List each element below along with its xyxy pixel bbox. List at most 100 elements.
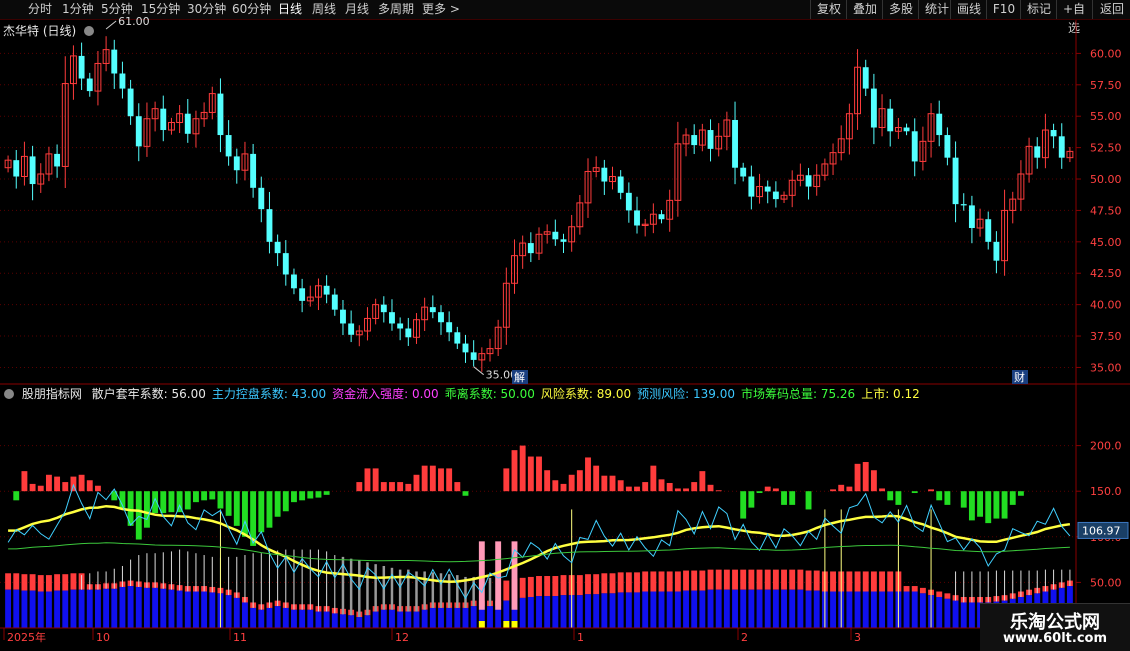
fund-bar-blue [62,590,69,628]
fund-bar-blue [201,591,208,628]
fund-bar-red [887,571,894,592]
fund-bar-blue [797,589,804,628]
fund-bar-blue [282,607,289,628]
risk-bar-down [184,491,191,510]
price-tick-label: 42.50 [1090,267,1122,280]
fund-bar-blue [805,590,812,628]
fund-bar-red [527,576,534,597]
risk-bar-up [707,484,714,492]
fund-bar-blue [29,590,36,628]
candle-down [135,116,142,147]
fund-bar-blue [111,588,118,628]
risk-bar-down [217,491,224,509]
indicator-legend: 股朋指标网 散户套牢系数: 56.00 主力控盘系数: 43.00 资金流入强度: … [4,387,932,401]
candle-down [258,187,265,210]
indicator-value-3: 乖离系数: 50.00 [444,387,535,401]
fund-bar-blue [266,607,273,628]
fund-bar-blue [487,606,493,628]
settings-icon[interactable] [4,389,14,399]
fund-bar-blue [936,596,943,628]
risk-bar-down [960,491,967,508]
price-tick-label: 55.00 [1090,110,1122,123]
fund-bar-blue [291,609,297,628]
candle-down [470,352,477,360]
candle-down [968,205,975,229]
risk-bar-down [740,491,747,519]
fund-bar-red [756,569,763,590]
risk-bar-down [1009,491,1016,505]
fund-bar-blue [887,591,894,628]
fund-bar-blue [960,602,967,628]
candle-down [225,135,232,157]
risk-bar-down [977,491,984,517]
candle-down [748,176,755,197]
fund-bar-red [674,571,681,592]
risk-bar-up [838,484,845,492]
risk-bar-down [895,491,902,505]
fund-bar-blue [168,589,175,628]
date-tick-label: 11 [233,631,247,644]
fund-bar-blue [813,590,820,628]
candle-down [111,49,118,74]
fund-bar-blue [576,595,583,628]
fund-bar-red [846,571,853,592]
candle-down [429,307,436,313]
indicator-value-7: 上市: 0.12 [861,387,920,401]
risk-bar-up [658,479,665,492]
fund-bar-blue [772,589,779,628]
risk-bar-down [315,491,322,498]
fund-bar-blue [143,587,150,628]
fund-bar-red [658,571,665,592]
risk-bar-down [307,491,314,499]
fund-bar-red [650,571,657,592]
fund-bar-blue [683,590,689,628]
fund-bar-red [707,569,714,590]
fund-bar-blue [454,607,461,628]
risk-bar-down [143,491,150,528]
risk-bar-down [282,491,289,512]
risk-bar-down [135,491,142,540]
candlestick-chart[interactable]: 60.00 57.50 55.00 52.50 50.00 47.50 45.00 42.50… [0,0,1130,650]
fund-bar-blue [119,586,126,628]
fund-bar-red [781,569,787,590]
risk-bar-up [438,468,444,492]
fund-bar-blue [854,591,861,628]
fund-bar-red [911,586,918,592]
risk-bar-up [568,474,575,492]
candle-down [634,210,640,226]
risk-bar-up [772,488,779,492]
fund-bar-blue [429,607,436,628]
fund-bar-blue [86,589,93,628]
risk-bar-up [29,483,36,492]
fund-bar-blue [45,591,52,628]
risk-bar-down [242,491,248,537]
risk-bar-up [854,463,861,492]
fund-bar-blue [650,591,657,628]
fund-bar-blue [135,586,142,628]
fund-bar-blue [593,594,600,628]
watermark-url: www.60lt.com [1002,631,1108,646]
fund-bar-blue [389,609,395,628]
risk-bar-down [1001,491,1008,519]
indicator-value-2: 资金流入强度: 0.00 [332,387,439,401]
fund-bar-blue [527,596,534,628]
risk-bar-up [503,468,510,492]
risk-bar-up [54,476,61,492]
candle-down [119,73,126,89]
candle-down [740,167,747,177]
candle-down [560,239,567,242]
fund-bar-red [560,575,567,596]
candle-down [527,243,534,254]
candle-down [78,55,85,79]
yellow-signal [511,621,518,628]
fund-bar-blue [830,591,836,628]
candle-down [764,186,771,192]
indicator-tick-label: 150.0 [1090,485,1122,498]
fund-bar-red [601,573,608,594]
fund-bar-blue [364,615,371,628]
fund-bar-blue [699,590,706,628]
fund-bar-red [683,570,689,591]
price-tick-label: 37.50 [1090,330,1122,343]
fund-bar-blue [209,592,216,628]
candle-down [805,175,812,187]
